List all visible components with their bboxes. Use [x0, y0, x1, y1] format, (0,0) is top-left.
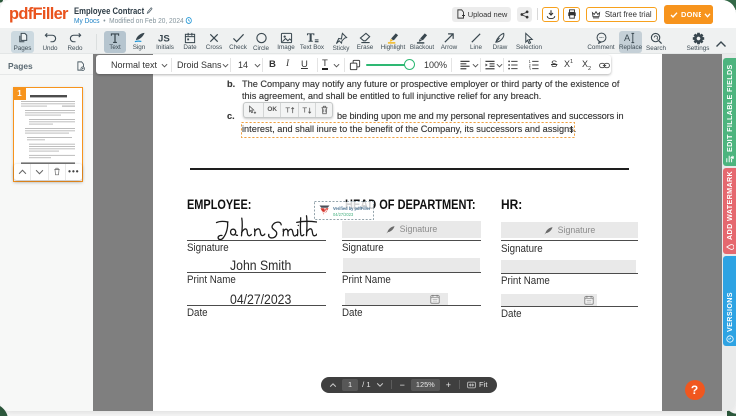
svg-text:T: T [285, 105, 290, 114]
svg-text:T: T [302, 105, 307, 114]
svg-text:3: 3 [529, 66, 532, 70]
svg-text:JS: JS [158, 34, 170, 45]
svg-text:A: A [624, 33, 631, 43]
